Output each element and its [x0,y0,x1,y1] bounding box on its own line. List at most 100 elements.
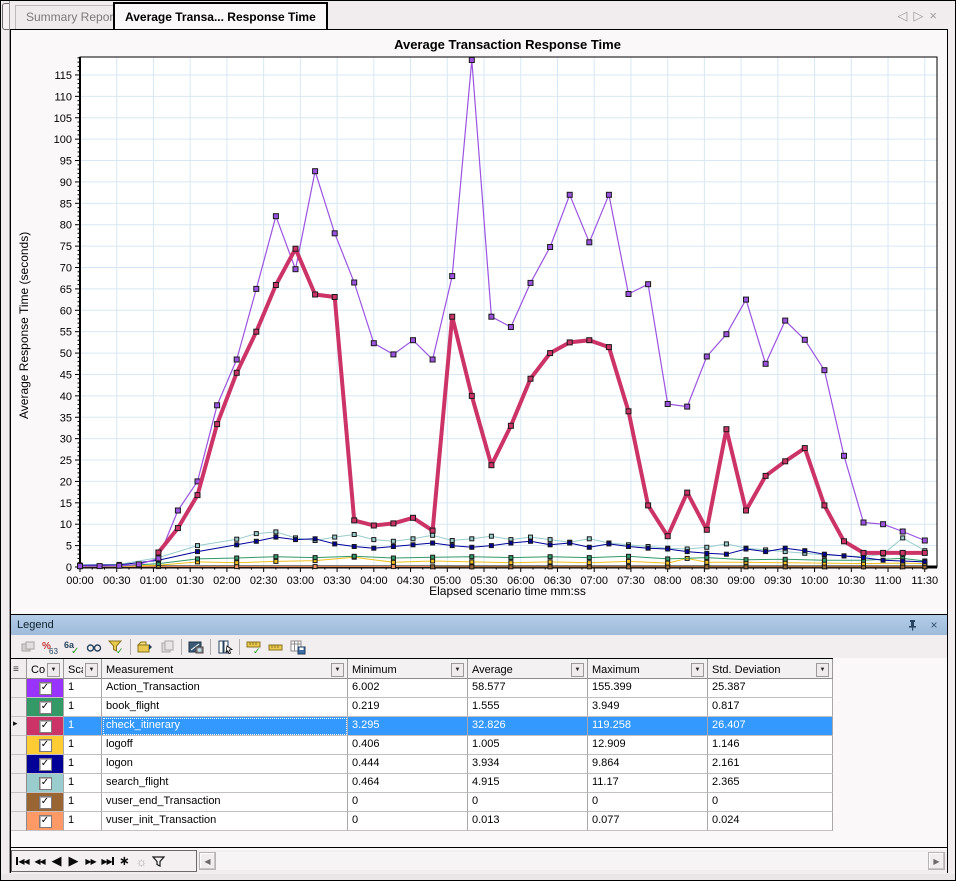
column-filter-dropdown-icon[interactable]: ▼ [691,663,704,677]
next-page-button[interactable]: ▶▶ [82,852,99,870]
color-swatch[interactable]: ✓ [27,698,64,717]
first-record-button[interactable]: ◀◀ [14,852,31,870]
filter-records-button[interactable] [150,852,167,870]
legend-row-search_flight[interactable]: ✓1search_flight0.4644.91511.172.365 [11,774,833,793]
color-swatch[interactable]: ✓ [27,774,64,793]
row-selector[interactable] [11,698,27,717]
close-tab-icon[interactable]: × [929,8,943,23]
window-bottom-edge [1,874,955,881]
std-deviation-cell: 26.407 [708,717,833,736]
column-header-maximum[interactable]: Maximum▼ [588,659,708,679]
row-selector[interactable] [11,812,27,831]
last-record-button[interactable]: ▶▶ [99,852,116,870]
prior-record-button[interactable]: ◀ [48,852,65,870]
column-header-sca[interactable]: Sca▼ [64,659,102,679]
last-record-button-icon: ▶▶ [101,857,111,866]
color-swatch[interactable]: ✓ [27,717,64,736]
record-navigator: ◀◀◀◀◀▶▶▶▶▶∗☼ [11,850,197,872]
row-selector[interactable] [11,755,27,774]
graph-settings-icon[interactable] [185,637,207,657]
record-navigator-row: ◀◀◀◀◀▶▶▶▶▶∗☼ ◀ ▶ [11,850,947,873]
column-filter-dropdown-icon[interactable]: ▼ [571,663,584,677]
column-header-std-deviation[interactable]: Std. Deviation▼ [708,659,833,679]
collapsed-panel-grip[interactable] [2,3,9,30]
std-deviation-cell: 0.817 [708,698,833,717]
minimum-cell: 6.002 [348,679,468,698]
column-header-average[interactable]: Average▼ [468,659,588,679]
show-measurement-description-icon[interactable] [83,637,105,657]
toolbar-separator [210,639,211,655]
scroll-left-icon[interactable]: ◀ [199,852,216,870]
measurement-checkbox[interactable]: ✓ [39,796,52,809]
svg-text:70: 70 [60,263,72,275]
column-header-label: Measurement [106,664,329,676]
show-all-button[interactable]: ∗ [116,852,133,870]
legend-row-book_flight[interactable]: ✓1book_flight0.2191.5553.9490.817 [11,698,833,717]
column-filter-dropdown-icon[interactable]: ▼ [85,663,98,677]
column-header-measurement[interactable]: Measurement▼ [102,659,348,679]
row-selector[interactable] [11,793,27,812]
row-selector[interactable] [11,774,27,793]
open-icon[interactable] [134,637,156,657]
legend-panel-title: Legend [17,619,905,631]
measurement-name-cell: vuser_end_Transaction [102,793,348,812]
legend-row-Action_Transaction[interactable]: ✓1Action_Transaction6.00258.577155.39925… [11,679,833,698]
legend-row-logon[interactable]: ✓1logon0.4443.9349.8642.161 [11,755,833,774]
show-percentage-icon[interactable]: %63 [39,637,61,657]
pin-icon[interactable] [905,618,919,632]
column-header-col[interactable]: Col▼ [27,659,64,679]
maximum-cell: 9.864 [588,755,708,774]
column-filter-dropdown-icon[interactable]: ▼ [47,663,60,677]
response-time-plot[interactable]: 0510152025303540455055606570758085909510… [11,30,947,614]
tab-average-transaction-response-time[interactable]: Average Transa... Response Time [113,2,328,29]
show-all-button-icon: ∗ [119,853,130,869]
scroll-right-icon[interactable]: ▶ [928,852,945,870]
configure-measurements-icon[interactable]: 6a✓ [61,637,83,657]
color-swatch[interactable]: ✓ [27,736,64,755]
measurement-checkbox[interactable]: ✓ [39,815,52,828]
measurement-checkbox[interactable]: ✓ [39,701,52,714]
highlight-button[interactable]: ☼ [133,852,150,870]
measurement-rulers-icon[interactable] [265,637,287,657]
row-selector[interactable]: ▸ [11,717,27,736]
next-record-button-icon: ▶ [69,853,79,869]
column-filter-dropdown-icon[interactable]: ▼ [331,663,344,677]
legend-row-check_itinerary[interactable]: ▸✓1check_itinerary3.29532.826119.25826.4… [11,717,833,736]
legend-row-vuser_init_Transaction[interactable]: ✓1vuser_init_Transaction00.0130.0770.024 [11,812,833,831]
row-selector[interactable] [11,736,27,755]
average-cell: 3.934 [468,755,588,774]
scroll-tabs-left-icon[interactable]: ◁ [897,8,913,23]
left-splitter[interactable] [1,1,10,873]
horizontal-scrollbar[interactable]: ◀ ▶ [199,852,945,870]
show-values-at-cursor-icon[interactable]: ✓ [243,637,265,657]
save-layout-icon[interactable] [287,637,309,657]
row-selector[interactable] [11,679,27,698]
display-options-icon[interactable] [17,637,39,657]
measurement-checkbox[interactable]: ✓ [39,720,52,733]
column-filter-dropdown-icon[interactable]: ▼ [451,663,464,677]
duplicate-icon[interactable] [156,637,178,657]
scale-cell: 1 [64,774,102,793]
tab-summary-report[interactable]: Summary Report [15,5,128,29]
filter-measurements-icon[interactable]: ✓ [105,637,127,657]
column-filter-dropdown-icon[interactable]: ▼ [816,663,829,677]
prior-page-button[interactable]: ◀◀ [31,852,48,870]
color-swatch[interactable]: ✓ [27,793,64,812]
svg-text:115: 115 [54,70,72,82]
column-header-minimum[interactable]: Minimum▼ [348,659,468,679]
legend-row-vuser_end_Transaction[interactable]: ✓1vuser_end_Transaction0000 [11,793,833,812]
next-record-button[interactable]: ▶ [65,852,82,870]
color-swatch[interactable]: ✓ [27,679,64,698]
close-panel-icon[interactable]: × [927,618,941,632]
measurement-checkbox[interactable]: ✓ [39,739,52,752]
measurement-checkbox[interactable]: ✓ [39,758,52,771]
color-swatch[interactable]: ✓ [27,755,64,774]
legend-row-logoff[interactable]: ✓1logoff0.4061.00512.9091.146 [11,736,833,755]
color-swatch[interactable]: ✓ [27,812,64,831]
select-columns-icon[interactable] [214,637,236,657]
measurement-checkbox[interactable]: ✓ [39,682,52,695]
std-deviation-cell: 25.387 [708,679,833,698]
scroll-tabs-right-icon[interactable]: ▷ [913,8,929,23]
measurement-checkbox[interactable]: ✓ [39,777,52,790]
analysis-window: Summary Report Average Transa... Respons… [0,0,956,881]
